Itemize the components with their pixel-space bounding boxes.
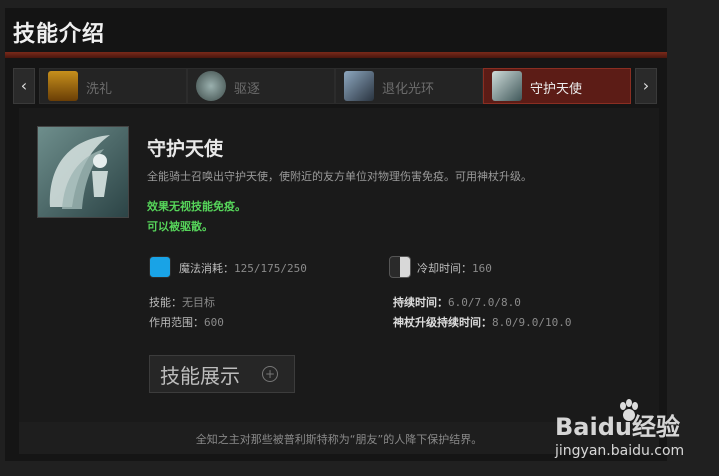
- tab-degen-aura[interactable]: 退化光环: [335, 68, 483, 104]
- aoe-radius-label: 作用范围：: [149, 316, 204, 329]
- guardian-angel-portrait: [37, 126, 129, 218]
- angel-wings-icon: [49, 135, 110, 209]
- header-divider: [5, 52, 667, 58]
- tab-label: 退化光环: [382, 82, 435, 97]
- tab-guardian-angel[interactable]: 守护天使: [483, 68, 631, 104]
- ability-type-label: 技能：: [149, 296, 182, 309]
- tab-baptism[interactable]: 洗礼: [39, 68, 187, 104]
- plus-icon: +: [262, 366, 278, 382]
- tab-label: 驱逐: [234, 82, 261, 97]
- cooldown-value: 160: [472, 262, 492, 275]
- skill-demo-button[interactable]: 技能展示 +: [149, 355, 295, 393]
- tabs-prev-button[interactable]: ‹: [13, 68, 35, 104]
- scepter-duration-value: 8.0/9.0/10.0: [492, 316, 572, 329]
- baidu-watermark: Baidu经验 jingyan.baidu.com: [555, 399, 715, 471]
- aoe-radius: 作用范围：600: [149, 314, 224, 330]
- ability-type-value: 无目标: [182, 296, 215, 309]
- duration-label: 持续时间：: [393, 296, 448, 309]
- tab-label: 洗礼: [86, 82, 113, 97]
- watermark-url: jingyan.baidu.com: [555, 443, 685, 459]
- skill-name: 守护天使: [147, 138, 224, 160]
- duration: 持续时间：6.0/7.0/8.0: [393, 294, 521, 310]
- skill-demo-label: 技能展示: [160, 364, 240, 388]
- baptism-icon: [48, 71, 78, 101]
- tab-purge[interactable]: 驱逐: [187, 68, 335, 104]
- skill-details: 守护天使 全能骑士召唤出守护天使，使附近的友方单位对物理伤害免疫。可用神杖升级。…: [19, 108, 659, 422]
- purge-icon: [196, 71, 226, 101]
- skill-panel: 技能介绍 ‹ 洗礼 驱逐 退化光环 守护天使 › 守护天使 全能骑士召唤出守护天…: [5, 8, 667, 461]
- scepter-duration: 神杖升级持续时间：8.0/9.0/10.0: [393, 314, 571, 330]
- mana-cost-label: 魔法消耗：: [179, 262, 234, 275]
- tab-label: 守护天使: [530, 82, 583, 97]
- aoe-radius-value: 600: [204, 316, 224, 329]
- mana-cost: 魔法消耗：125/175/250: [179, 260, 307, 276]
- scepter-duration-label: 神杖升级持续时间：: [393, 316, 492, 329]
- mana-cost-value: 125/175/250: [234, 262, 307, 275]
- skill-description: 全能骑士召唤出守护天使，使附近的友方单位对物理伤害免疫。可用神杖升级。: [147, 170, 532, 183]
- duration-value: 6.0/7.0/8.0: [448, 296, 521, 309]
- cooldown-label: 冷却时间：: [417, 262, 472, 275]
- panel-header: 技能介绍: [5, 8, 667, 52]
- ability-type: 技能：无目标: [149, 294, 215, 310]
- cooldown: 冷却时间：160: [417, 260, 492, 276]
- mana-cost-icon: [149, 256, 171, 278]
- page-title: 技能介绍: [13, 22, 106, 47]
- tabs-next-button[interactable]: ›: [635, 68, 657, 104]
- skill-note-dispel: 可以被驱散。: [147, 220, 213, 233]
- skill-tabs: ‹ 洗礼 驱逐 退化光环 守护天使 ›: [13, 68, 659, 104]
- skill-note-immunity: 效果无视技能免疫。: [147, 200, 246, 213]
- watermark-brand: Baidu经验: [555, 413, 680, 441]
- degen-aura-icon: [344, 71, 374, 101]
- cooldown-icon: [389, 256, 411, 278]
- guardian-angel-icon: [492, 71, 522, 101]
